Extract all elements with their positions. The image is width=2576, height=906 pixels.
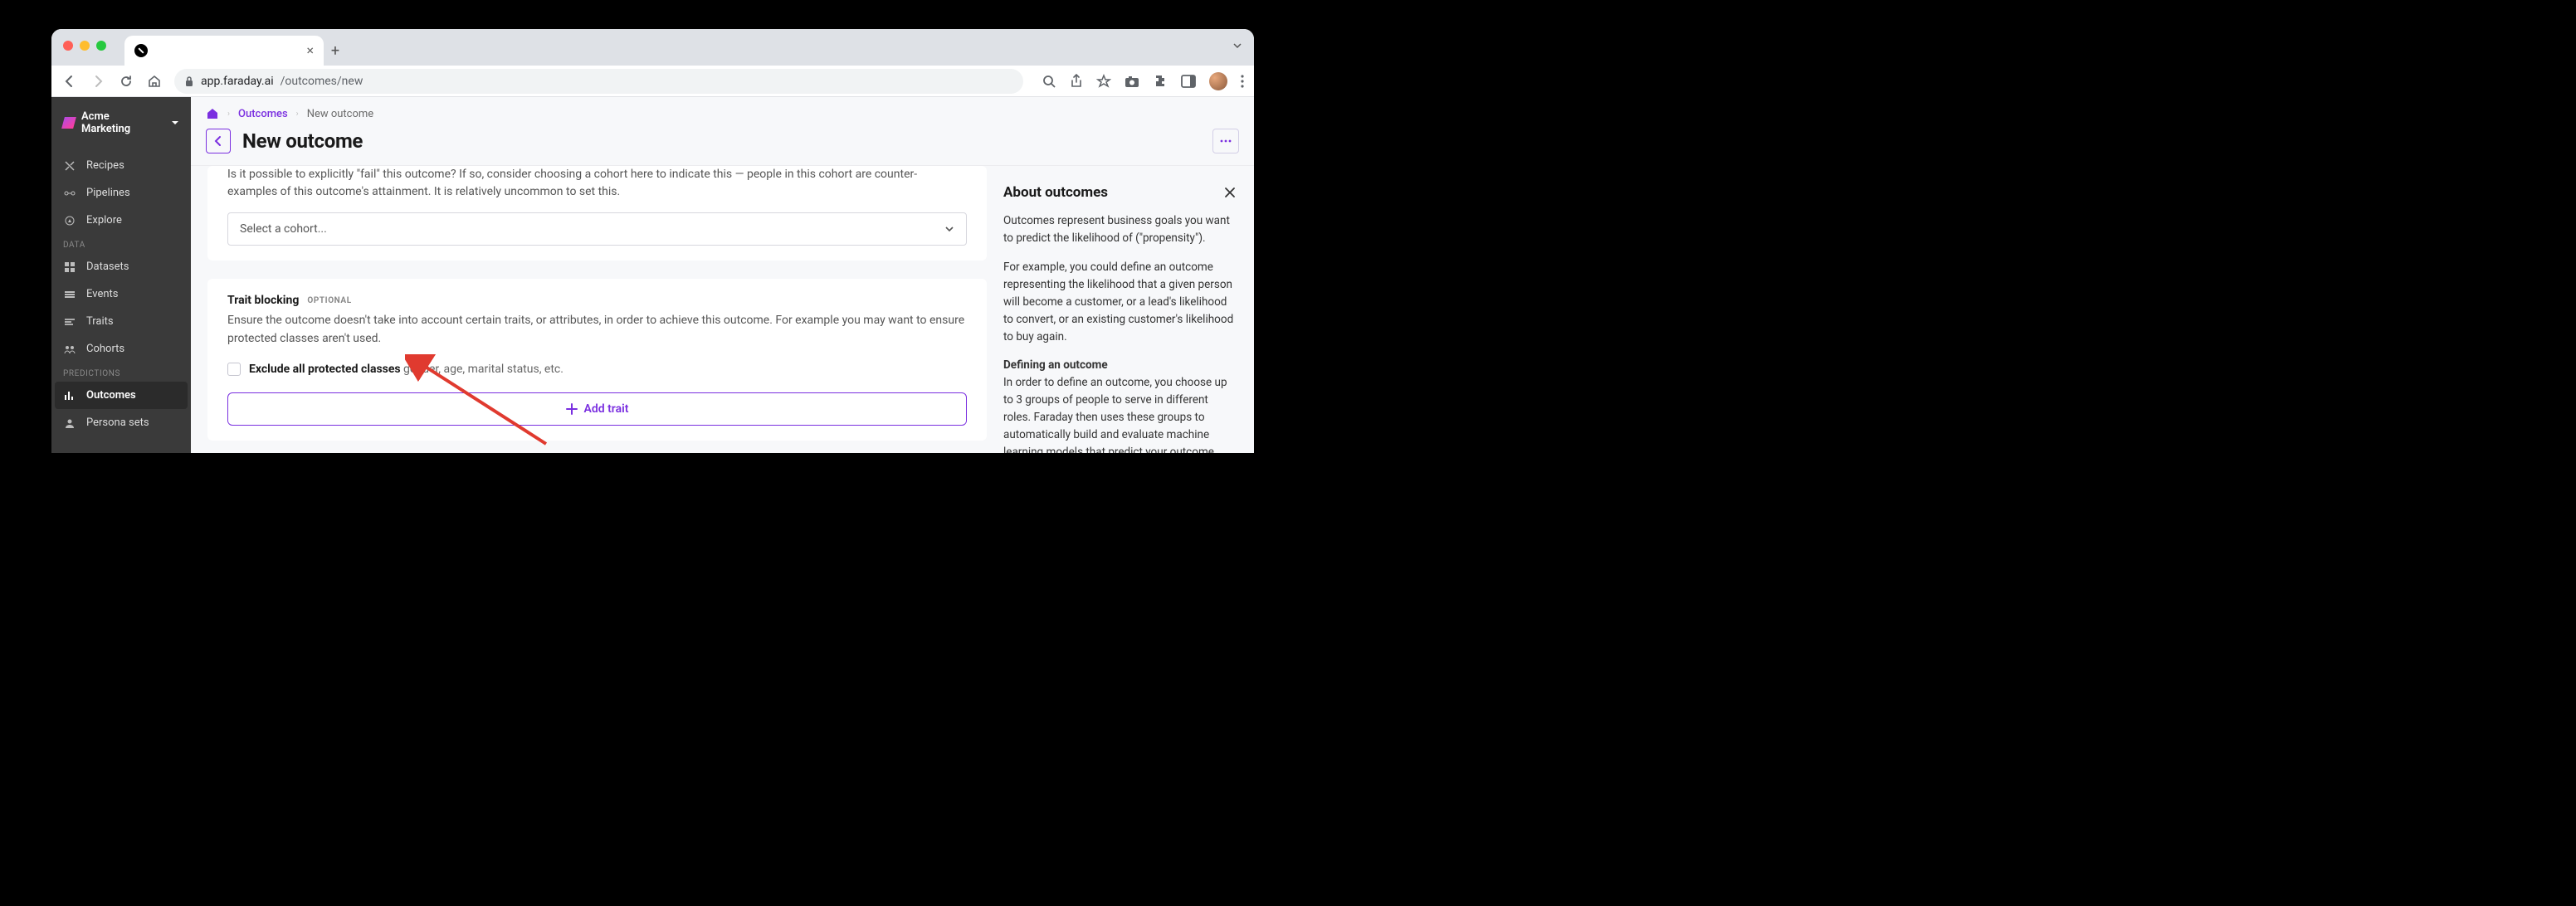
tab-strip: × + (51, 29, 1254, 66)
breadcrumb-outcomes[interactable]: Outcomes (238, 108, 288, 120)
nav-label: Outcomes (86, 389, 136, 402)
cohorts-icon (63, 343, 76, 355)
forward-button[interactable] (90, 74, 106, 89)
optional-badge: OPTIONAL (307, 296, 351, 305)
close-window-button[interactable] (63, 41, 73, 51)
home-button[interactable] (146, 74, 163, 89)
nav-label: Cohorts (86, 343, 124, 355)
about-paragraph: Outcomes represent business goals you wa… (1003, 212, 1236, 247)
about-panel: About outcomes Outcomes represent busine… (1003, 166, 1254, 453)
add-trait-button[interactable]: Add trait (227, 392, 967, 426)
chevron-down-icon (944, 224, 954, 234)
nav-outcomes[interactable]: Outcomes (55, 382, 188, 409)
nav-label: Pipelines (86, 187, 130, 199)
main-content: › Outcomes › New outcome New outcome (191, 97, 1254, 453)
about-paragraph: Defining an outcome In order to define a… (1003, 357, 1236, 453)
browser-menu-button[interactable] (1241, 75, 1244, 88)
profile-avatar[interactable] (1209, 72, 1227, 90)
panel-icon[interactable] (1181, 75, 1196, 88)
events-icon (63, 289, 76, 300)
breadcrumbs: › Outcomes › New outcome (191, 97, 1254, 124)
page-actions-button[interactable] (1212, 129, 1239, 153)
nav-label: Explore (86, 214, 122, 226)
close-panel-button[interactable] (1224, 187, 1236, 198)
nav-section-data: DATA (51, 234, 191, 253)
nav-traits[interactable]: Traits (51, 308, 191, 335)
favicon-icon (134, 44, 148, 57)
search-icon[interactable] (1042, 74, 1056, 89)
about-paragraph: For example, you could define an outcome… (1003, 259, 1236, 346)
nav-explore[interactable]: Explore (51, 207, 191, 234)
recipes-icon (63, 160, 76, 172)
page-title: New outcome (242, 129, 363, 153)
lock-icon (184, 76, 194, 87)
exclude-protected-label: Exclude all protected classes gender, ag… (249, 363, 564, 376)
nav-events[interactable]: Events (51, 280, 191, 308)
back-page-button[interactable] (206, 129, 231, 153)
window-controls (63, 41, 106, 51)
share-icon[interactable] (1070, 74, 1083, 89)
nav-label: Datasets (86, 261, 129, 273)
url-domain: app.faraday.ai (201, 75, 274, 88)
cohort-description: Is it possible to explicitly "fail" this… (227, 166, 967, 201)
url-path: /outcomes/new (281, 75, 363, 88)
extensions-icon[interactable] (1153, 74, 1168, 89)
nav-datasets[interactable]: Datasets (51, 253, 191, 280)
datasets-icon (63, 261, 76, 273)
nav-recipes[interactable]: Recipes (51, 152, 191, 179)
maximize-window-button[interactable] (96, 41, 106, 51)
breadcrumb-current: New outcome (307, 108, 374, 120)
back-button[interactable] (61, 74, 78, 89)
browser-tab[interactable]: × (124, 36, 324, 66)
add-trait-label: Add trait (584, 402, 629, 416)
explore-icon (63, 215, 76, 226)
persona-sets-icon (63, 417, 76, 429)
sidebar: Acme Marketing Recipes Pipelines Explore (51, 97, 191, 453)
trait-blocking-title: Trait blocking OPTIONAL (227, 294, 967, 307)
outcomes-icon (63, 390, 76, 402)
nav-label: Persona sets (86, 416, 149, 429)
reload-button[interactable] (118, 74, 134, 89)
nav-cohorts[interactable]: Cohorts (51, 335, 191, 363)
select-cohort-dropdown[interactable]: Select a cohort... (227, 212, 967, 246)
browser-window: × + app.faraday.ai/outcomes/new (51, 29, 1254, 453)
nav-label: Events (86, 288, 118, 300)
home-icon[interactable] (206, 107, 219, 120)
breadcrumb-sep: › (227, 110, 230, 119)
page-header: New outcome (191, 124, 1254, 166)
tabs-menu-button[interactable] (1232, 41, 1242, 51)
about-title: About outcomes (1003, 184, 1108, 201)
attainment-cohort-card: Is it possible to explicitly "fail" this… (207, 166, 987, 261)
pipelines-icon (63, 188, 76, 199)
close-tab-button[interactable]: × (306, 44, 314, 57)
form-column: Is it possible to explicitly "fail" this… (191, 166, 1003, 453)
nav-section-predictions: PREDICTIONS (51, 363, 191, 382)
logo-icon (61, 117, 76, 129)
url-bar: app.faraday.ai/outcomes/new (51, 66, 1254, 97)
nav-label: Recipes (86, 159, 124, 172)
camera-icon[interactable] (1125, 75, 1139, 88)
select-placeholder: Select a cohort... (240, 222, 327, 236)
breadcrumb-sep: › (296, 110, 299, 119)
workspace-switcher[interactable]: Acme Marketing (51, 102, 191, 144)
bookmark-icon[interactable] (1096, 74, 1111, 89)
workspace-name: Acme Marketing (81, 110, 161, 135)
trait-blocking-desc: Ensure the outcome doesn't take into acc… (227, 312, 967, 348)
nav-pipelines[interactable]: Pipelines (51, 179, 191, 207)
nav-label: Traits (86, 315, 114, 328)
address-bar[interactable]: app.faraday.ai/outcomes/new (174, 69, 1023, 94)
plus-icon (566, 403, 578, 415)
exclude-protected-row[interactable]: Exclude all protected classes gender, ag… (227, 363, 967, 376)
nav-persona-sets[interactable]: Persona sets (51, 409, 191, 436)
exclude-protected-checkbox[interactable] (227, 363, 241, 376)
trait-blocking-card: Trait blocking OPTIONAL Ensure the outco… (207, 279, 987, 441)
minimize-window-button[interactable] (80, 41, 90, 51)
browser-actions (1042, 72, 1244, 90)
traits-icon (63, 316, 76, 328)
new-tab-button[interactable]: + (324, 36, 347, 66)
app-root: Acme Marketing Recipes Pipelines Explore (51, 97, 1254, 453)
chevron-down-icon (171, 119, 179, 127)
